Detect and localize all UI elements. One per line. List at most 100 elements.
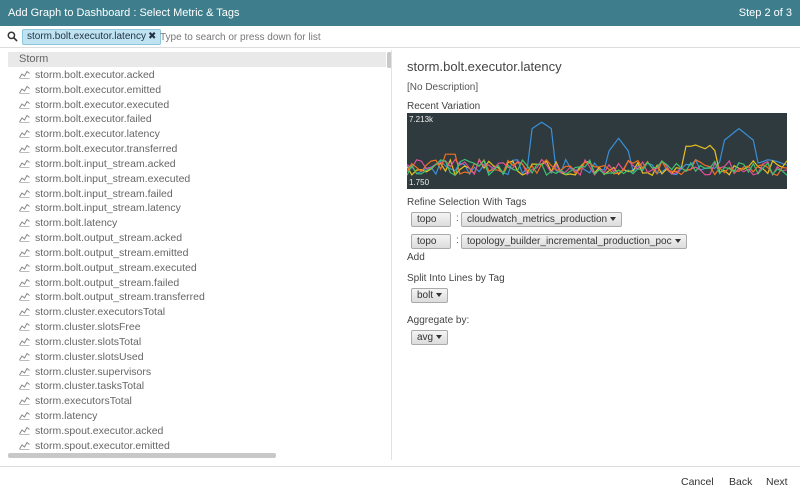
metric-name: storm.bolt.output_stream.acked — [35, 232, 183, 245]
variation-sparkline — [406, 121, 788, 177]
list-item[interactable]: storm.cluster.executorsTotal — [8, 305, 386, 320]
line-chart-icon — [19, 396, 30, 406]
aggregate-label: Aggregate by: — [407, 315, 470, 326]
line-chart-icon — [19, 411, 30, 420]
line-chart-icon — [19, 115, 30, 124]
list-item[interactable]: storm.latency — [8, 409, 386, 424]
metric-list: storm.bolt.executor.acked storm.bolt.exec… — [8, 68, 386, 454]
metric-name: storm.bolt.latency — [35, 217, 118, 230]
line-chart-icon — [19, 278, 30, 287]
list-item[interactable]: storm.bolt.input_stream.acked — [8, 157, 386, 172]
line-chart-icon — [19, 233, 30, 243]
metric-name: storm.cluster.executorsTotal — [35, 306, 166, 319]
line-chart-icon — [19, 159, 30, 168]
tag-key-select[interactable]: topo — [411, 234, 451, 249]
metric-name: storm.bolt.input_stream.latency — [35, 202, 181, 215]
split-lines-label: Split Into Lines by Tag — [407, 273, 505, 284]
list-item[interactable]: storm.spout.executor.emitted — [8, 439, 386, 454]
list-item[interactable]: storm.bolt.output_stream.acked — [8, 231, 386, 246]
tag-key-select[interactable]: topo — [411, 212, 451, 227]
metric-title: storm.bolt.executor.latency — [407, 59, 562, 74]
metric-name: storm.bolt.executor.executed — [35, 98, 170, 111]
list-item[interactable]: storm.bolt.executor.failed — [8, 112, 386, 127]
aggregate-value: avg — [417, 332, 434, 343]
tag-value-label: cloudwatch_metrics_production — [467, 214, 608, 225]
next-button[interactable]: Next — [766, 476, 788, 488]
aggregate-select[interactable]: avg — [411, 330, 449, 345]
recent-variation-chart: 7.213k 1.750 — [406, 113, 788, 189]
dialog-title-bar: Add Graph to Dashboard : Select Metric &… — [0, 0, 800, 26]
line-chart-icon — [19, 144, 30, 154]
list-item[interactable]: storm.cluster.tasksTotal — [8, 379, 386, 394]
line-chart-icon — [19, 130, 30, 139]
chevron-down-icon — [436, 293, 443, 297]
metric-name: storm.bolt.executor.failed — [35, 113, 152, 126]
list-item[interactable]: storm.cluster.slotsTotal — [8, 335, 386, 350]
selected-metric-chip-label: storm.bolt.executor.latency — [27, 31, 146, 42]
list-item[interactable]: storm.bolt.input_stream.latency — [8, 201, 386, 216]
list-item[interactable]: storm.bolt.output_stream.executed — [8, 261, 386, 276]
line-chart-icon — [19, 307, 30, 317]
metric-name: storm.cluster.supervisors — [35, 365, 152, 378]
tag-value-select[interactable]: cloudwatch_metrics_production — [461, 212, 623, 227]
list-item[interactable]: storm.executorsTotal — [8, 394, 386, 409]
metric-list-panel: Storm storm.bolt.executor.acked storm.bol… — [8, 50, 392, 460]
line-chart-icon — [19, 293, 30, 302]
metric-name: storm.cluster.slotsFree — [35, 321, 141, 334]
search-input[interactable] — [160, 29, 780, 45]
line-chart-icon — [19, 367, 30, 376]
list-item[interactable]: storm.bolt.executor.acked — [8, 68, 386, 83]
back-button[interactable]: Back — [729, 476, 752, 488]
search-icon — [7, 31, 18, 42]
list-item[interactable]: storm.bolt.latency — [8, 216, 386, 231]
list-item[interactable]: storm.cluster.supervisors — [8, 365, 386, 380]
list-item[interactable]: storm.bolt.output_stream.emitted — [8, 246, 386, 261]
metric-name: storm.bolt.executor.latency — [35, 128, 160, 141]
cancel-button[interactable]: Cancel — [681, 476, 714, 488]
metric-description: [No Description] — [407, 82, 479, 93]
chart-min-label: 1.750 — [409, 178, 430, 187]
selected-metric-chip[interactable]: storm.bolt.executor.latency ✖ — [22, 29, 162, 45]
list-item[interactable]: storm.bolt.executor.emitted — [8, 83, 386, 98]
metric-name: storm.bolt.input_stream.failed — [35, 187, 173, 200]
metric-name: storm.spout.executor.acked — [35, 424, 164, 437]
line-chart-icon — [19, 100, 30, 109]
refine-tags-label: Refine Selection With Tags — [407, 197, 527, 208]
list-item[interactable]: storm.cluster.slotsUsed — [8, 350, 386, 365]
list-item[interactable]: storm.bolt.output_stream.transferred — [8, 290, 386, 305]
list-item[interactable]: storm.bolt.executor.latency — [8, 127, 386, 142]
line-chart-icon — [19, 337, 30, 346]
chip-remove-icon[interactable]: ✖ — [148, 31, 156, 42]
list-item[interactable]: storm.bolt.input_stream.executed — [8, 172, 386, 187]
horizontal-scrollbar[interactable] — [8, 453, 276, 458]
split-tag-select[interactable]: bolt — [411, 288, 449, 303]
list-item[interactable]: storm.bolt.executor.executed — [8, 98, 386, 113]
list-item[interactable]: storm.cluster.slotsFree — [8, 320, 386, 335]
vertical-scrollbar[interactable] — [387, 52, 391, 68]
tag-filter-row: topo : topology_builder_incremental_prod… — [411, 234, 711, 250]
metric-name: storm.bolt.output_stream.transferred — [35, 291, 205, 304]
list-item[interactable]: storm.bolt.output_stream.failed — [8, 276, 386, 291]
metric-name: storm.latency — [35, 410, 98, 423]
aggregate-row: avg — [411, 330, 471, 346]
metric-name: storm.bolt.output_stream.failed — [35, 276, 180, 289]
tag-separator: : — [456, 213, 459, 224]
recent-variation-label: Recent Variation — [407, 101, 481, 112]
tag-value-label: topology_builder_incremental_production_… — [467, 236, 672, 247]
list-item[interactable]: storm.bolt.executor.transferred — [8, 142, 386, 157]
metric-details-panel: storm.bolt.executor.latency [No Descript… — [406, 50, 793, 460]
line-chart-icon — [19, 441, 30, 450]
chevron-down-icon — [610, 217, 617, 221]
chart-max-label: 7.213k — [409, 115, 434, 124]
dialog-title: Add Graph to Dashboard : Select Metric &… — [8, 7, 240, 19]
list-item[interactable]: storm.spout.executor.acked — [8, 424, 386, 439]
line-chart-icon — [19, 174, 30, 183]
tag-value-select[interactable]: topology_builder_incremental_production_… — [461, 234, 687, 249]
metric-name: storm.spout.executor.emitted — [35, 439, 170, 452]
line-chart-icon — [19, 248, 30, 257]
add-tag-link[interactable]: Add — [407, 252, 425, 263]
list-item[interactable]: storm.bolt.input_stream.failed — [8, 187, 386, 202]
chevron-down-icon — [436, 335, 443, 339]
line-chart-icon — [19, 352, 30, 361]
line-chart-icon — [19, 204, 30, 213]
